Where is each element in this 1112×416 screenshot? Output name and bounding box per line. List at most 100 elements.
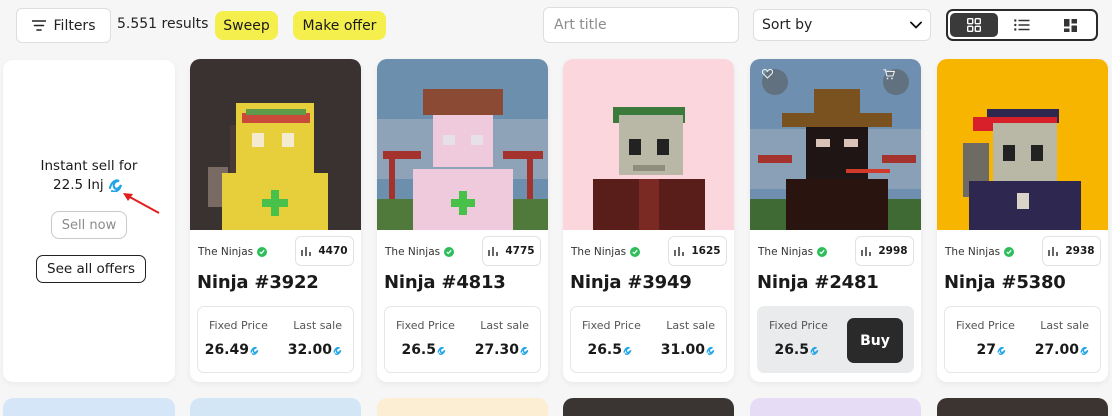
collection-name[interactable]: The Ninjas [945, 246, 1015, 258]
fixed-price-label: Fixed Price [956, 319, 1015, 332]
fixed-price-label: Fixed Price [582, 319, 641, 332]
nft-name[interactable]: Ninja #4813 [384, 272, 506, 293]
instant-sell-label: Instant sell for [40, 158, 138, 174]
last-sale-label: Last sale [666, 319, 715, 332]
collection-name[interactable]: The Ninjas [385, 246, 455, 258]
nft-name[interactable]: Ninja #3922 [197, 272, 319, 293]
last-sale-value: 27.00 [1035, 342, 1090, 358]
injective-logo-icon [1080, 346, 1089, 355]
art-title-search-input[interactable] [543, 7, 739, 43]
fixed-price-value: 27 [977, 342, 1007, 358]
cart-icon [883, 69, 895, 80]
price-box: Fixed Price Last sale 26.5 27.30 [384, 306, 541, 373]
nft-image[interactable] [563, 59, 734, 230]
bar-chart-icon [488, 247, 499, 256]
verified-check-icon [1004, 247, 1015, 257]
verified-check-icon [817, 247, 828, 257]
injective-logo-icon [706, 346, 715, 355]
list-icon [1014, 19, 1030, 31]
rarity-rank-badge[interactable]: 4775 [482, 236, 541, 266]
instant-sell-text: Instant sell for 22.5 Inj [3, 157, 175, 195]
next-row-card-peek [750, 398, 921, 416]
heart-icon [762, 69, 773, 79]
price-box: Fixed Price Last sale 27 27.00 [944, 306, 1101, 373]
rarity-rank-badge[interactable]: 2938 [1042, 236, 1101, 266]
red-arrow-annotation [123, 193, 160, 214]
nft-name[interactable]: Ninja #2481 [757, 272, 879, 293]
nft-card[interactable]: The Ninjas 4775 Ninja #4813 Fixed Price … [377, 59, 548, 382]
nft-image[interactable] [377, 59, 548, 230]
rank-value: 2998 [878, 245, 908, 257]
fixed-price-value: 26.5 [401, 342, 447, 358]
next-row-card-peek [3, 398, 175, 416]
add-to-cart-button[interactable] [883, 69, 909, 95]
last-sale-value: 31.00 [661, 342, 716, 358]
sweep-button[interactable]: Sweep [215, 11, 278, 40]
filter-icon [31, 20, 46, 31]
rarity-rank-badge[interactable]: 4470 [295, 236, 354, 266]
filters-button[interactable]: Filters [16, 8, 111, 43]
ninja-pixel-art [208, 103, 328, 230]
nft-image[interactable] [750, 59, 921, 230]
bar-chart-icon [1048, 247, 1059, 256]
injective-logo-icon [250, 346, 259, 355]
price-box: Fixed Price Last sale 26.49 32.00 [197, 306, 354, 373]
chevron-down-icon [910, 21, 922, 29]
bar-chart-icon [861, 247, 872, 256]
grid-icon [967, 18, 981, 32]
rank-value: 2938 [1065, 245, 1095, 257]
injective-logo-icon [997, 346, 1006, 355]
rank-value: 4775 [505, 245, 535, 257]
collection-name[interactable]: The Ninjas [571, 246, 641, 258]
mosaic-view-button[interactable] [1046, 13, 1094, 37]
last-sale-value: 27.30 [475, 342, 530, 358]
collection-label: The Ninjas [758, 246, 814, 258]
buy-button[interactable]: Buy [847, 318, 903, 363]
sell-now-button[interactable]: Sell now [51, 211, 127, 239]
collection-label: The Ninjas [198, 246, 254, 258]
rank-value: 4470 [318, 245, 348, 257]
verified-check-icon [257, 247, 268, 257]
mosaic-icon [1063, 18, 1077, 32]
collection-name[interactable]: The Ninjas [198, 246, 268, 258]
nft-card[interactable]: The Ninjas 1625 Ninja #3949 Fixed Price … [563, 59, 734, 382]
grid-view-button[interactable] [950, 13, 998, 37]
next-row-card-peek [190, 398, 361, 416]
rank-value: 1625 [691, 245, 721, 257]
instant-sell-amount: 22.5 Inj [53, 177, 104, 193]
sort-by-select[interactable]: Sort by [753, 9, 931, 41]
results-count: 5.551 results [117, 16, 209, 32]
verified-check-icon [630, 247, 641, 257]
injective-logo-icon [520, 346, 529, 355]
nft-image[interactable] [190, 59, 361, 230]
collection-label: The Ninjas [571, 246, 627, 258]
verified-check-icon [444, 247, 455, 257]
injective-logo-icon [810, 346, 819, 355]
collection-label: The Ninjas [385, 246, 441, 258]
nft-name[interactable]: Ninja #3949 [570, 272, 692, 293]
ninja-pixel-art [377, 89, 548, 230]
nft-name[interactable]: Ninja #5380 [944, 272, 1066, 293]
injective-logo-icon [333, 346, 342, 355]
rarity-rank-badge[interactable]: 1625 [668, 236, 727, 266]
injective-logo-icon [108, 179, 122, 192]
next-row-card-peek [377, 398, 548, 416]
rarity-rank-badge[interactable]: 2998 [855, 236, 914, 266]
nft-image[interactable] [937, 59, 1108, 230]
nft-card[interactable]: The Ninjas 4470 Ninja #3922 Fixed Price … [190, 59, 361, 382]
collection-name[interactable]: The Ninjas [758, 246, 828, 258]
favorite-button[interactable] [762, 69, 788, 95]
toolbar: Filters 5.551 results Sweep Make offer S… [0, 0, 1112, 50]
instant-sell-panel: Instant sell for 22.5 Inj Sell now See a… [3, 60, 175, 382]
see-all-offers-button[interactable]: See all offers [36, 255, 146, 283]
fixed-price-value: 26.49 [205, 342, 260, 358]
nft-card[interactable]: The Ninjas 2938 Ninja #5380 Fixed Price … [937, 59, 1108, 382]
collection-label: The Ninjas [945, 246, 1001, 258]
price-box: Fixed Price Last sale 26.5 31.00 [570, 306, 727, 373]
nft-card[interactable]: The Ninjas 2998 Ninja #2481 Fixed Price … [750, 59, 921, 382]
ninja-pixel-art [963, 109, 1081, 230]
list-view-button[interactable] [998, 13, 1046, 37]
make-offer-button[interactable]: Make offer [293, 11, 386, 40]
price-box: Fixed Price 26.5 Buy [757, 306, 914, 373]
fixed-price-value: 26.5 [774, 342, 820, 358]
